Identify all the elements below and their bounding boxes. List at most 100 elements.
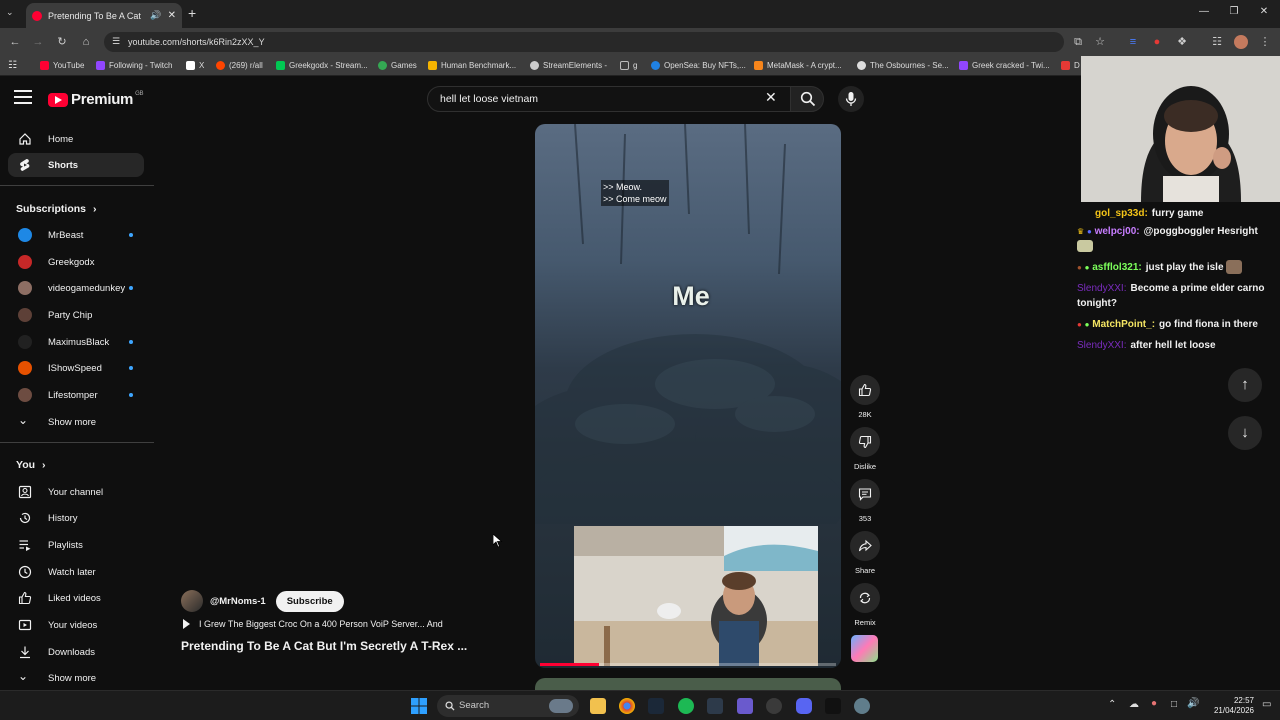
dislike-button[interactable]: Dislike [849, 427, 881, 471]
windows-start-icon[interactable] [411, 698, 427, 714]
bookmark-reddit[interactable]: (269) r/all [216, 61, 263, 70]
back-icon[interactable]: ← [8, 35, 22, 49]
tab-close-icon[interactable]: ✕ [168, 10, 176, 21]
bookmark-folder-g[interactable]: g [620, 61, 637, 70]
close-window-button[interactable]: ✕ [1252, 6, 1276, 17]
sidebar-item-watch-later[interactable]: Watch later [8, 560, 144, 584]
sidebar-item-playlists[interactable]: Playlists [8, 533, 144, 557]
home-icon[interactable]: ⌂ [79, 35, 93, 49]
address-bar[interactable]: ☰ youtube.com/shorts/k6Rin2zXX_Y [104, 32, 1064, 52]
network-icon[interactable]: □ [1171, 699, 1177, 710]
sidebar-item-home[interactable]: Home [8, 127, 144, 151]
search-input[interactable]: hell let loose vietnam [427, 86, 791, 112]
maximize-button[interactable]: ❐ [1222, 6, 1246, 17]
bookmark-youtube[interactable]: YouTube [40, 61, 84, 70]
bookmark-x[interactable]: X [186, 61, 204, 70]
bookmark-human-benchmark[interactable]: Human Benchmark... [428, 61, 516, 70]
related-video-link[interactable]: I Grew The Biggest Croc On a 400 Person … [183, 619, 443, 629]
sidebar-item-shorts[interactable]: Shorts [8, 153, 144, 177]
remix-button[interactable]: Remix [849, 583, 881, 627]
badge-icon: ● [1086, 227, 1092, 236]
hamburger-menu-icon[interactable] [14, 90, 32, 104]
bookmark-twitch[interactable]: Following - Twitch [96, 61, 172, 70]
next-short-button[interactable]: ↓ [1228, 416, 1262, 450]
search-button[interactable] [790, 86, 824, 112]
you-heading[interactable]: You › [16, 459, 45, 471]
bookmark-streamelements[interactable]: StreamElements - [530, 61, 607, 70]
extensions-puzzle-icon[interactable]: ❖ [1175, 35, 1189, 49]
forward-icon[interactable]: → [31, 35, 45, 49]
volume-icon[interactable]: 🔊 [1187, 698, 1199, 709]
app-icon[interactable] [707, 698, 723, 714]
minimize-button[interactable]: — [1192, 6, 1216, 17]
subscription-maximusblack[interactable]: MaximusBlack [8, 330, 144, 354]
side-panel-icon[interactable]: ☷ [1210, 35, 1224, 49]
subscriptions-heading[interactable]: Subscriptions › [16, 203, 96, 215]
subscription-party-chip[interactable]: Party Chip [8, 303, 144, 327]
new-tab-button[interactable]: + [188, 5, 196, 21]
site-info-icon[interactable]: ☰ [112, 36, 120, 47]
sidebar-item-your-videos[interactable]: Your videos [8, 613, 144, 637]
subscription-greekgodx[interactable]: Greekgodx [8, 250, 144, 274]
comments-button[interactable]: 353 [849, 479, 881, 523]
grid-app-icon[interactable] [737, 698, 753, 714]
spotify-icon[interactable] [678, 698, 694, 714]
notifications-icon[interactable]: ▭ [1262, 699, 1271, 710]
sound-thumbnail[interactable] [851, 635, 878, 662]
bookmark-greek-cracked[interactable]: Greek cracked - Twi... [959, 61, 1050, 70]
tab-audio-icon[interactable]: 🔊 [150, 10, 161, 21]
subscription-ishowspeed[interactable]: IShowSpeed [8, 356, 144, 380]
badge-icon: ● [1077, 320, 1082, 329]
install-app-icon[interactable]: ⧉ [1071, 35, 1085, 49]
voice-search-button[interactable] [838, 86, 864, 112]
bookmark-greekgodx[interactable]: Greekgodx - Stream... [276, 61, 368, 70]
app-icon[interactable] [825, 698, 841, 714]
chrome-icon[interactable] [619, 698, 635, 714]
video-progress-bar[interactable] [540, 663, 836, 666]
bookmark-star-icon[interactable]: ☆ [1093, 35, 1107, 49]
bookmark-osbournes[interactable]: The Osbournes - Se... [857, 61, 949, 70]
discord-icon[interactable] [796, 698, 812, 714]
show-more-you-button[interactable]: ⌄ Show more [8, 666, 144, 690]
short-title[interactable]: Pretending To Be A Cat But I'm Secretly … [181, 639, 491, 653]
app-icon[interactable] [766, 698, 782, 714]
sidebar-item-downloads[interactable]: Downloads [8, 640, 144, 664]
tray-overflow-icon[interactable]: ⌃ [1108, 699, 1116, 710]
profile-avatar[interactable] [1234, 35, 1248, 49]
bookmark-metamask[interactable]: MetaMask - A crypt... [754, 61, 842, 70]
apps-grid-icon[interactable]: ☷ [8, 60, 17, 71]
youtube-premium-logo[interactable]: Premium GB [48, 91, 143, 108]
subscribe-button[interactable]: Subscribe [275, 590, 344, 612]
show-more-subscriptions-button[interactable]: ⌄ Show more [8, 410, 144, 434]
previous-short-button[interactable]: ↑ [1228, 368, 1262, 402]
bookmark-games[interactable]: Games [378, 61, 417, 70]
sidebar-item-your-channel[interactable]: Your channel [8, 480, 144, 504]
microphone-icon[interactable]: ● [1151, 698, 1157, 709]
steam-icon[interactable] [648, 698, 664, 714]
taskbar-search[interactable]: Search [437, 695, 579, 717]
browser-menu-icon[interactable]: ⋮ [1258, 35, 1272, 49]
system-clock[interactable]: 22:57 21/04/2026 [1206, 696, 1254, 716]
like-button[interactable]: 28K [849, 375, 881, 419]
onedrive-icon[interactable]: ☁ [1129, 699, 1139, 710]
next-short-preview[interactable] [535, 678, 841, 690]
subscription-videogamedunkey[interactable]: videogamedunkey [8, 276, 144, 300]
sidebar-item-liked-videos[interactable]: Liked videos [8, 586, 144, 610]
clear-search-icon[interactable]: ✕ [765, 89, 777, 106]
sidebar-item-history[interactable]: History [8, 506, 144, 530]
subscription-lifestomper[interactable]: Lifestomper [8, 383, 144, 407]
bookmark-d[interactable]: D [1061, 61, 1080, 70]
active-tab[interactable]: Pretending To Be A Cat But I'm Secretly … [26, 3, 182, 28]
share-button[interactable]: Share [849, 531, 881, 575]
channel-avatar[interactable] [181, 590, 203, 612]
reload-icon[interactable]: ↻ [55, 35, 69, 49]
short-video-player[interactable]: >> Meow. >> Come meow Me [535, 124, 841, 668]
bookmark-opensea[interactable]: OpenSea: Buy NFTs,... [651, 61, 746, 70]
extension-red-icon[interactable]: ● [1150, 35, 1164, 49]
tab-list-chevron-icon[interactable]: ⌄ [6, 7, 14, 18]
channel-name[interactable]: @MrNoms-1 [210, 596, 266, 607]
settings-gear-icon[interactable] [854, 698, 870, 714]
subscription-mrbeast[interactable]: MrBeast [8, 223, 144, 247]
file-explorer-icon[interactable] [590, 698, 606, 714]
extension-icon[interactable]: ≡ [1126, 35, 1140, 49]
